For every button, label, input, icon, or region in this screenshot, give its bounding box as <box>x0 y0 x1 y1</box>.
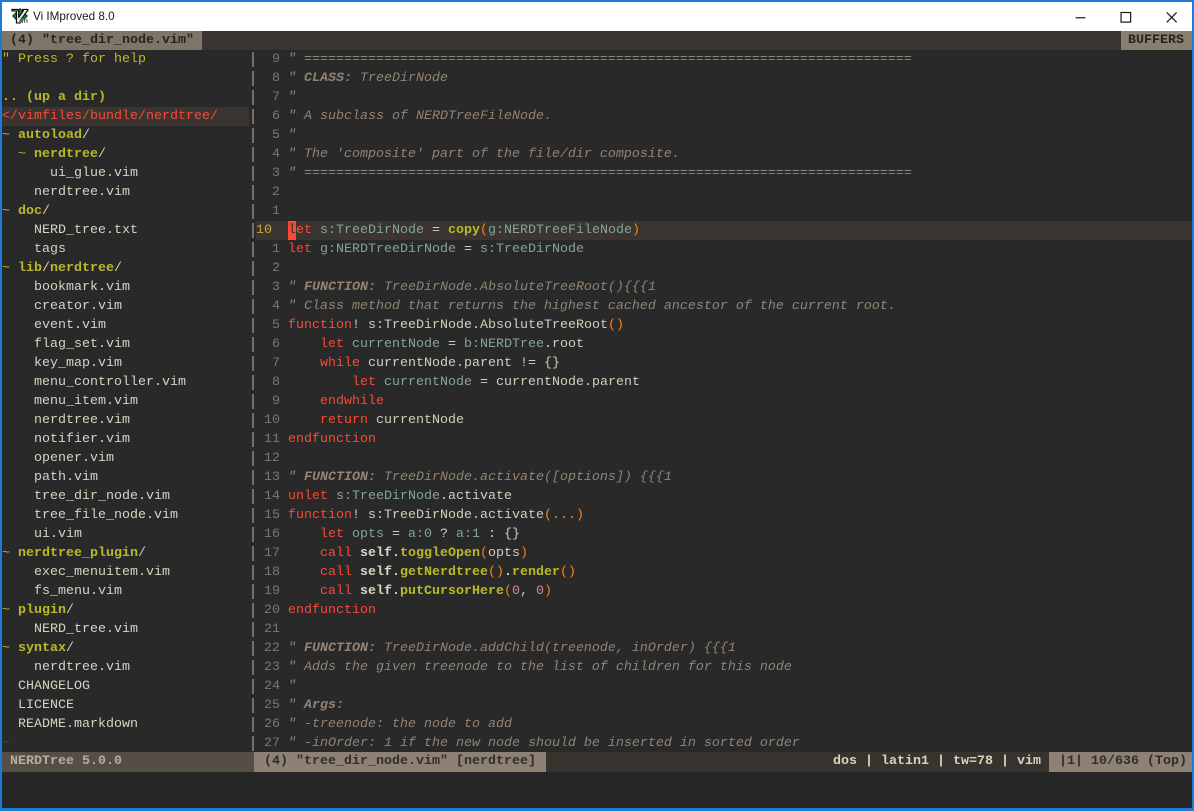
svg-text:im: im <box>19 16 28 25</box>
